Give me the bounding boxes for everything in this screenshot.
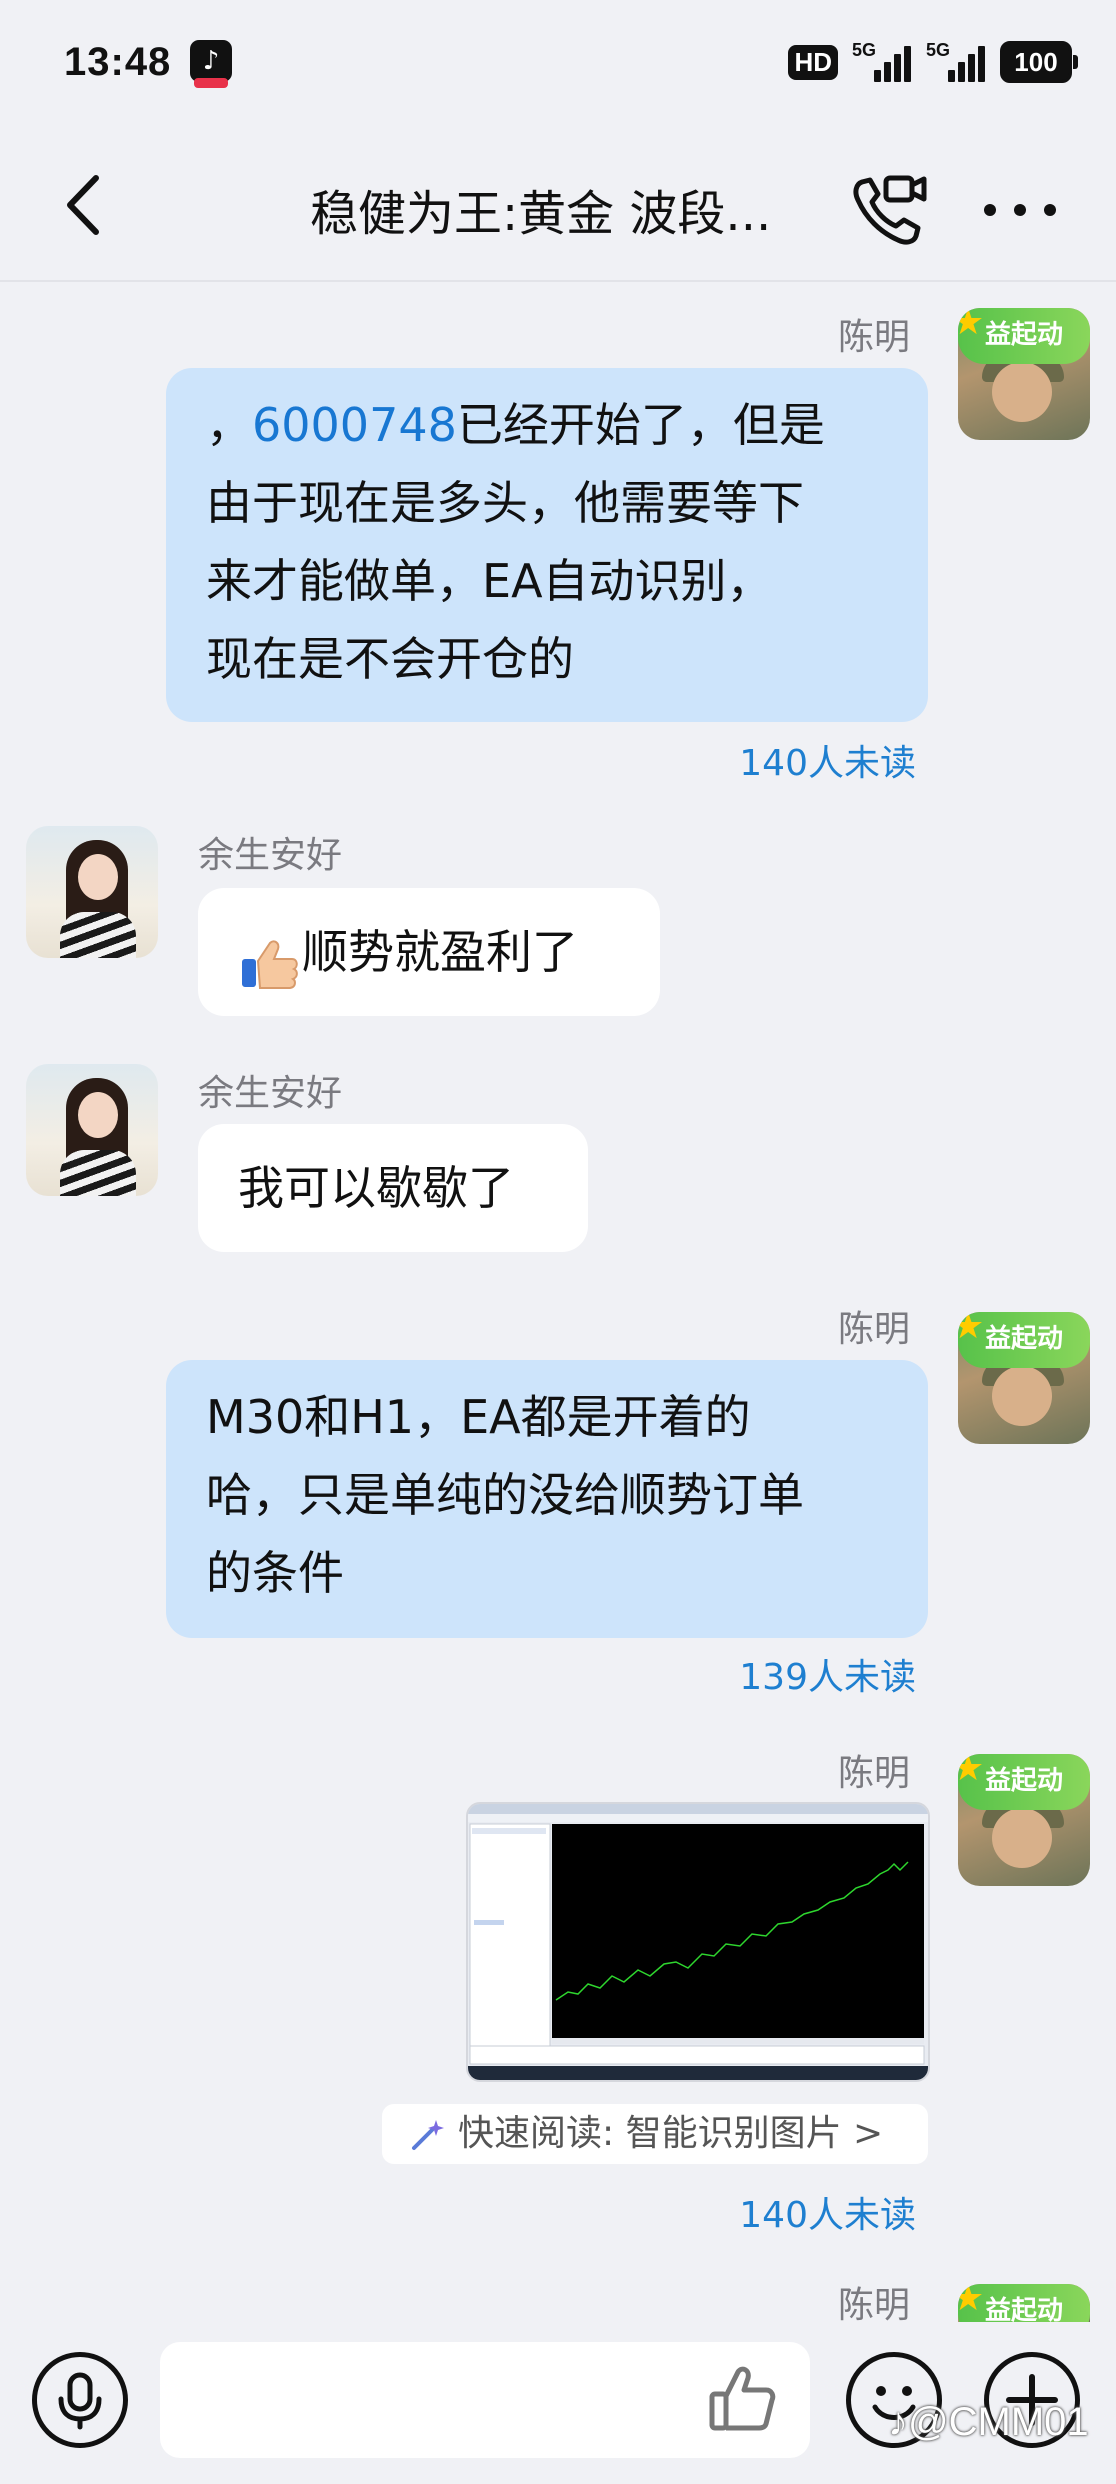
avatar[interactable]: 益起动 ★ <box>958 1312 1090 1444</box>
sender-name: 陈明 <box>838 317 911 358</box>
chat-header: 稳健为王:黄金 波段... <box>0 130 1116 282</box>
message-bubble[interactable]: 顺势就盈利了 <box>198 888 660 1016</box>
chat-title[interactable]: 稳健为王:黄金 波段... <box>310 174 771 244</box>
hd-voice-icon: HD <box>788 44 838 80</box>
signal-icon-sim1: 5G <box>852 40 912 84</box>
watermark: ♪@CMM01 <box>888 2400 1089 2444</box>
voice-input-button[interactable] <box>32 2352 128 2448</box>
sender-name: 陈明 <box>838 1309 911 1350</box>
unread-count[interactable]: 140人未读 <box>680 734 916 786</box>
back-button[interactable] <box>56 170 116 240</box>
input-bar: ♪@CMM01 <box>0 2322 1116 2484</box>
avatar[interactable] <box>26 1064 158 1196</box>
star-icon: ★ <box>958 1754 985 1789</box>
sparkle-wand-icon <box>412 2120 444 2150</box>
sender-name: 余生安好 <box>198 1073 343 1114</box>
battery-icon: 100 <box>1000 41 1078 83</box>
sender-name: 陈明 <box>838 2285 911 2326</box>
quick-read-button[interactable]: 快速阅读: 智能识别图片 > <box>382 2104 928 2164</box>
image-message[interactable] <box>466 1802 930 2082</box>
avatar[interactable]: 益起动 ★ <box>958 2284 1090 2322</box>
thumbs-up-emoji-icon <box>238 929 300 989</box>
status-icons: HD 5G 5G 100 <box>788 40 1078 84</box>
star-icon: ★ <box>958 2284 985 2319</box>
unread-count[interactable]: 140人未读 <box>680 2186 916 2238</box>
call-button[interactable] <box>848 170 928 250</box>
avatar[interactable]: 益起动 ★ <box>958 1754 1090 1886</box>
thumbs-up-icon <box>709 2366 776 2431</box>
message-bubble[interactable]: M30和H1，EA都是开着的 哈，只是单纯的没给顺势订单 的条件 <box>166 1360 928 1638</box>
more-dots-icon <box>984 204 1056 216</box>
more-options-button[interactable] <box>980 190 1060 230</box>
status-time: 13:48 <box>64 40 172 84</box>
avatar[interactable]: 益起动 ★ <box>958 308 1090 440</box>
account-link[interactable]: 6000748 <box>252 398 457 452</box>
signal-icon-sim2: 5G <box>926 40 986 84</box>
star-icon: ★ <box>958 308 985 343</box>
like-button[interactable] <box>706 2362 778 2434</box>
star-icon: ★ <box>958 1312 985 1347</box>
message-bubble[interactable]: 我可以歇歇了 <box>198 1124 588 1252</box>
tiktok-notification-icon: ♪ <box>190 40 232 88</box>
avatar[interactable] <box>26 826 158 958</box>
chevron-left-icon <box>67 175 99 235</box>
message-bubble[interactable]: ，6000748已经开始了，但是 由于现在是多头，他需要等下 来才能做单，EA自… <box>166 368 928 722</box>
microphone-icon <box>58 2372 102 2430</box>
trading-chart-screenshot <box>468 1804 928 2080</box>
phone-video-icon <box>853 175 927 245</box>
sender-name: 陈明 <box>838 1753 911 1794</box>
status-bar: 13:48 ♪ HD 5G 5G 100 <box>0 0 1116 130</box>
sender-name: 余生安好 <box>198 835 343 876</box>
unread-count[interactable]: 139人未读 <box>680 1648 916 1700</box>
